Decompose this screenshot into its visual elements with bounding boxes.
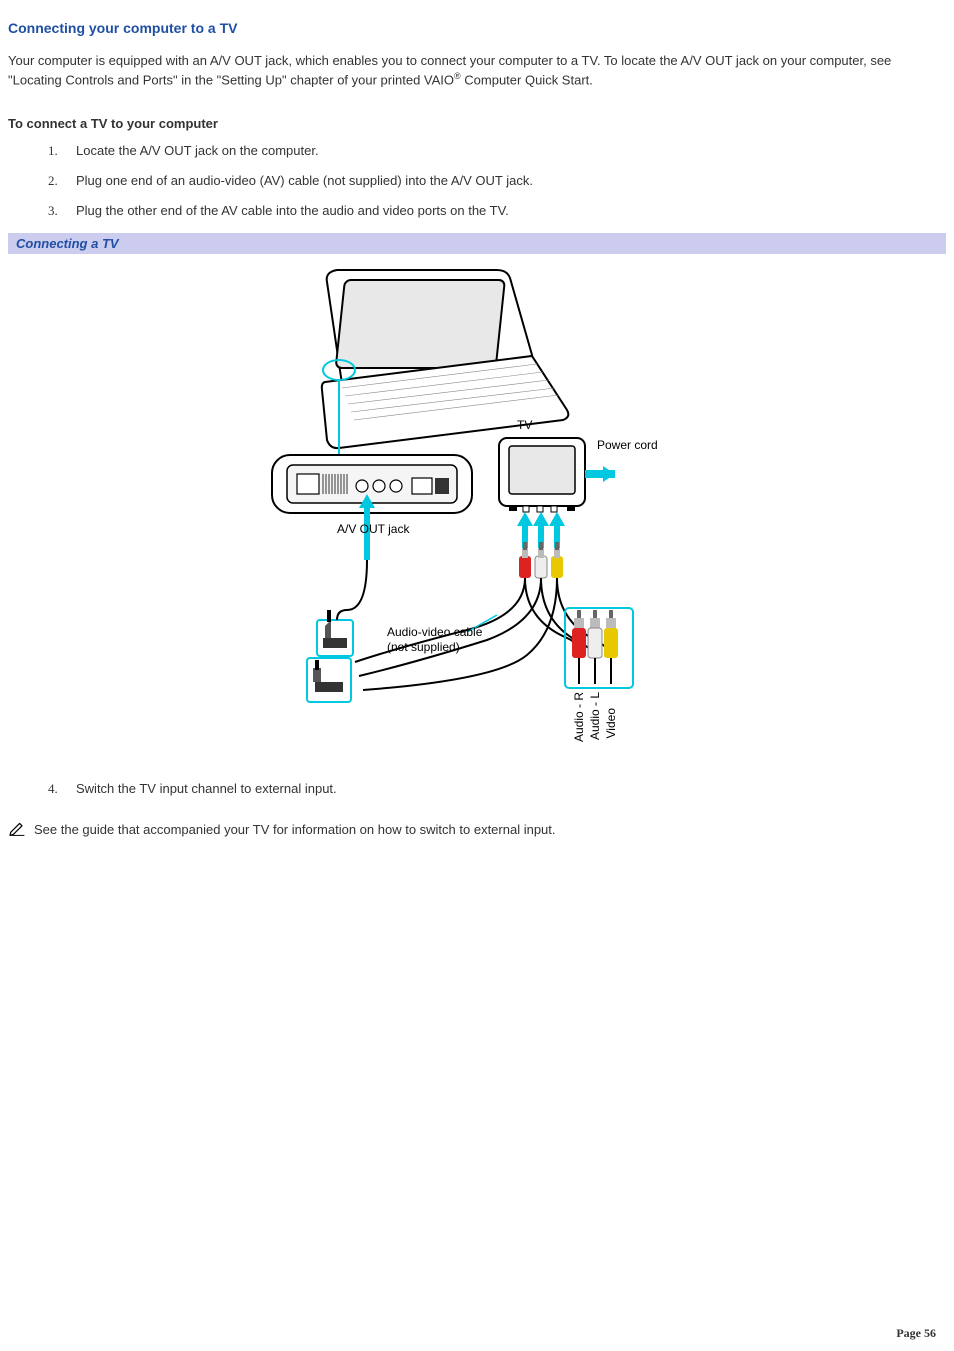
list-item: 1. Locate the A/V OUT jack on the comput… xyxy=(8,143,946,159)
connection-diagram: TV Power cord A/V OUT jack Audio-video c… xyxy=(267,260,687,760)
label-video: Video xyxy=(605,708,617,738)
label-av-out-jack: A/V OUT jack xyxy=(337,522,409,536)
step-number: 1. xyxy=(48,143,76,159)
page-title: Connecting your computer to a TV xyxy=(8,20,946,36)
label-power-cord: Power cord xyxy=(597,438,658,452)
diagram-svg xyxy=(267,260,687,760)
steps-list-b: 4. Switch the TV input channel to extern… xyxy=(8,781,946,797)
intro-text-post: Computer Quick Start. xyxy=(461,72,593,87)
intro-text-pre: Your computer is equipped with an A/V OU… xyxy=(8,53,891,87)
step-number: 4. xyxy=(48,781,76,797)
registered-mark: ® xyxy=(454,71,461,81)
figure-caption: Connecting a TV xyxy=(8,233,946,254)
intro-paragraph: Your computer is equipped with an A/V OU… xyxy=(8,52,946,88)
sub-heading: To connect a TV to your computer xyxy=(8,116,946,131)
label-audio-r: Audio - R xyxy=(573,692,585,742)
list-item: 3. Plug the other end of the AV cable in… xyxy=(8,203,946,219)
step-text: Switch the TV input channel to external … xyxy=(76,781,946,796)
page-number: Page 56 xyxy=(896,1326,936,1341)
list-item: 2. Plug one end of an audio-video (AV) c… xyxy=(8,173,946,189)
note-icon xyxy=(8,821,28,837)
label-av-cable-line2: (not supplied) xyxy=(387,640,460,654)
step-number: 2. xyxy=(48,173,76,189)
label-audio-l: Audio - L xyxy=(589,692,601,740)
steps-list-a: 1. Locate the A/V OUT jack on the comput… xyxy=(8,143,946,219)
step-text: Plug one end of an audio-video (AV) cabl… xyxy=(76,173,946,188)
step-text: Plug the other end of the AV cable into … xyxy=(76,203,946,218)
note-text: See the guide that accompanied your TV f… xyxy=(34,822,556,837)
figure-container: TV Power cord A/V OUT jack Audio-video c… xyxy=(8,260,946,763)
note: See the guide that accompanied your TV f… xyxy=(8,821,946,837)
step-text: Locate the A/V OUT jack on the computer. xyxy=(76,143,946,158)
step-number: 3. xyxy=(48,203,76,219)
label-tv: TV xyxy=(517,418,532,432)
list-item: 4. Switch the TV input channel to extern… xyxy=(8,781,946,797)
label-av-cable-line1: Audio-video cable xyxy=(387,625,482,639)
label-av-cable: Audio-video cable (not supplied) xyxy=(387,625,482,654)
